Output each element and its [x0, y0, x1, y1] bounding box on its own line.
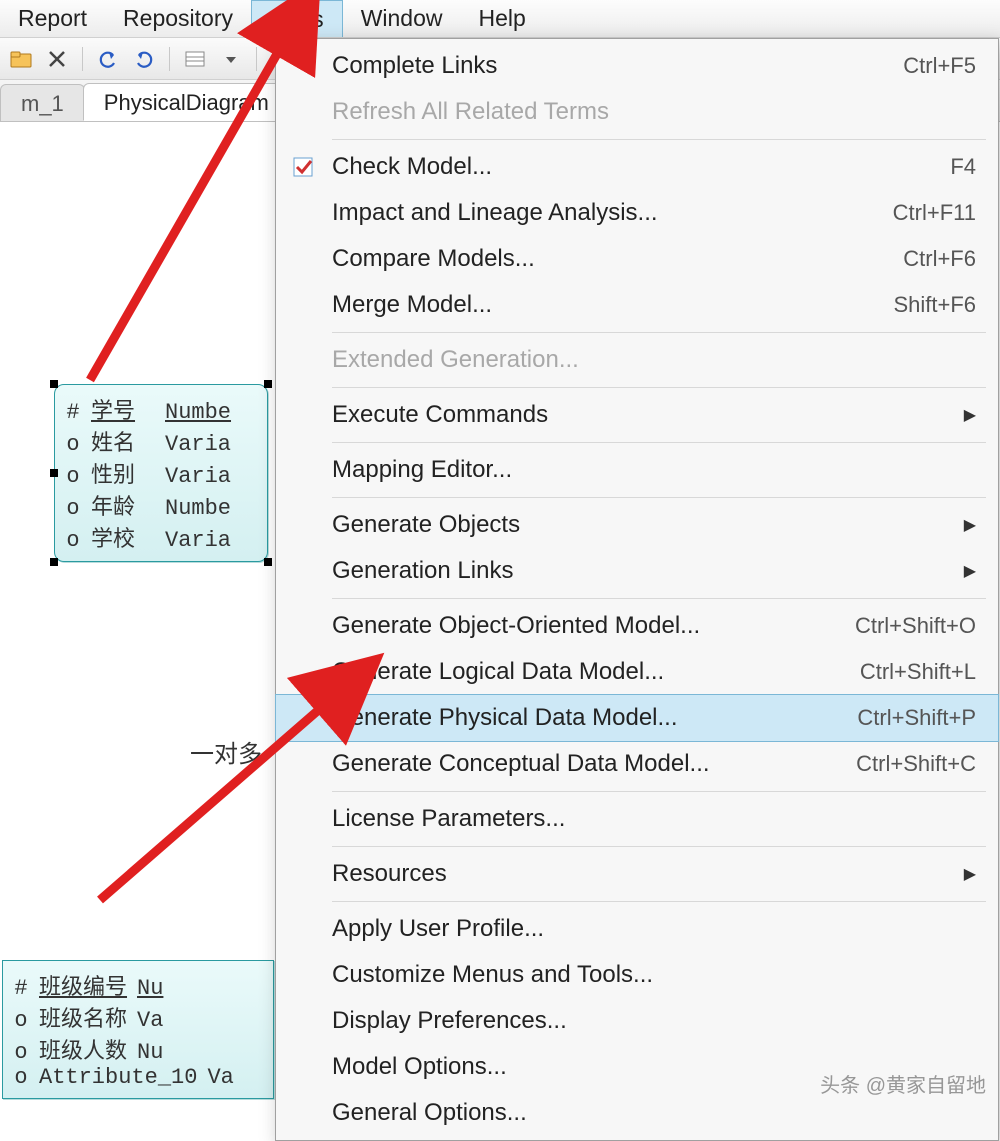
entity-attribute[interactable]: o班级名称Va: [13, 1001, 263, 1033]
submenu-arrow-icon: ▶: [964, 561, 976, 581]
check-icon: [276, 155, 332, 179]
menu-item-label: Display Preferences...: [332, 1007, 976, 1035]
menu-shortcut: Ctrl+Shift+P: [857, 705, 976, 731]
toolbar-delete-icon[interactable]: [42, 44, 72, 74]
menu-item-label: Check Model...: [332, 153, 950, 181]
menu-item-label: Compare Models...: [332, 245, 903, 273]
entity-attribute[interactable]: o姓名Varia: [65, 425, 257, 457]
menu-item-label: Generation Links: [332, 557, 964, 585]
toolbar-separator: [256, 47, 257, 71]
tab-physicaldiagram[interactable]: PhysicalDiagram: [83, 83, 290, 121]
submenu-arrow-icon: ▶: [964, 405, 976, 425]
menu-item-refresh-all-related-terms: Refresh All Related Terms: [276, 89, 998, 135]
menu-item-label: Complete Links: [332, 52, 903, 80]
submenu-arrow-icon: ▶: [964, 515, 976, 535]
relation-label: 一对多: [190, 734, 262, 770]
entity-attribute[interactable]: o学校Varia: [65, 521, 257, 553]
menu-item-label: Generate Object-Oriented Model...: [332, 612, 855, 640]
menu-item-complete-links[interactable]: Complete LinksCtrl+F5: [276, 43, 998, 89]
menu-item-label: Resources: [332, 860, 964, 888]
menu-separator: [332, 387, 986, 388]
menu-item-generation-links[interactable]: Generation Links▶: [276, 548, 998, 594]
menu-item-label: Extended Generation...: [332, 346, 976, 374]
toolbar-redo-icon[interactable]: [129, 44, 159, 74]
menu-separator: [332, 442, 986, 443]
menu-shortcut: Ctrl+F5: [903, 53, 976, 79]
menu-item-label: Generate Conceptual Data Model...: [332, 750, 856, 778]
menu-item-generate-object-oriented-model[interactable]: Generate Object-Oriented Model...Ctrl+Sh…: [276, 603, 998, 649]
menu-item-label: Generate Objects: [332, 511, 964, 539]
menu-separator: [332, 332, 986, 333]
entity-attribute[interactable]: o年龄Numbe: [65, 489, 257, 521]
menu-item-generate-objects[interactable]: Generate Objects▶: [276, 502, 998, 548]
menu-item-generate-physical-data-model[interactable]: Generate Physical Data Model...Ctrl+Shif…: [276, 695, 998, 741]
menu-item-merge-model[interactable]: Merge Model...Shift+F6: [276, 282, 998, 328]
menu-item-label: Generate Logical Data Model...: [332, 658, 860, 686]
menu-item-customize-menus-and-tools[interactable]: Customize Menus and Tools...: [276, 952, 998, 998]
menu-item-label: Merge Model...: [332, 291, 893, 319]
menu-item-label: Impact and Lineage Analysis...: [332, 199, 893, 227]
menu-shortcut: Ctrl+Shift+O: [855, 613, 976, 639]
entity-attribute[interactable]: oAttribute_10Va: [13, 1065, 263, 1090]
menu-window[interactable]: Window: [343, 0, 461, 37]
menu-separator: [332, 497, 986, 498]
menu-item-display-preferences[interactable]: Display Preferences...: [276, 998, 998, 1044]
menu-report[interactable]: Report: [0, 0, 105, 37]
entity-class[interactable]: #班级编号Nuo班级名称Vao班级人数NuoAttribute_10Va: [2, 960, 274, 1099]
entity-attribute[interactable]: #班级编号Nu: [13, 969, 263, 1001]
menu-item-impact-and-lineage-analysis[interactable]: Impact and Lineage Analysis...Ctrl+F11: [276, 190, 998, 236]
menu-shortcut: Ctrl+Shift+C: [856, 751, 976, 777]
toolbar-separator: [82, 47, 83, 71]
menu-item-label: Execute Commands: [332, 401, 964, 429]
watermark: 头条 @黄家自留地: [820, 1069, 986, 1098]
toolbar-separator: [169, 47, 170, 71]
menu-shortcut: Ctrl+F6: [903, 246, 976, 272]
menu-item-compare-models[interactable]: Compare Models...Ctrl+F6: [276, 236, 998, 282]
menu-item-generate-logical-data-model[interactable]: Generate Logical Data Model...Ctrl+Shift…: [276, 649, 998, 695]
menu-item-generate-conceptual-data-model[interactable]: Generate Conceptual Data Model...Ctrl+Sh…: [276, 741, 998, 787]
tools-menu: Complete LinksCtrl+F5 Refresh All Related…: [275, 38, 999, 1141]
entity-attribute[interactable]: o班级人数Nu: [13, 1033, 263, 1065]
menu-separator: [332, 139, 986, 140]
toolbar-dropdown-icon[interactable]: [216, 44, 246, 74]
menu-item-check-model[interactable]: Check Model...F4: [276, 144, 998, 190]
menu-item-resources[interactable]: Resources▶: [276, 851, 998, 897]
menu-separator: [332, 901, 986, 902]
menu-item-apply-user-profile[interactable]: Apply User Profile...: [276, 906, 998, 952]
menu-item-label: Mapping Editor...: [332, 456, 976, 484]
menu-item-license-parameters[interactable]: License Parameters...: [276, 796, 998, 842]
menu-item-extended-generation: Extended Generation...: [276, 337, 998, 383]
menu-item-label: Apply User Profile...: [332, 915, 976, 943]
menu-item-label: License Parameters...: [332, 805, 976, 833]
submenu-arrow-icon: ▶: [964, 864, 976, 884]
menu-separator: [332, 791, 986, 792]
menu-help[interactable]: Help: [461, 0, 544, 37]
menu-shortcut: Ctrl+Shift+L: [860, 659, 976, 685]
menu-item-mapping-editor[interactable]: Mapping Editor...: [276, 447, 998, 493]
entity-attribute[interactable]: o性别Varia: [65, 457, 257, 489]
toolbar-folder-icon[interactable]: [6, 44, 36, 74]
tab-m_1[interactable]: m_1: [0, 84, 85, 121]
menu-shortcut: Shift+F6: [893, 292, 976, 318]
menu-item-label: Customize Menus and Tools...: [332, 961, 976, 989]
entity-attribute[interactable]: #学号Numbe: [65, 393, 257, 425]
menu-separator: [332, 846, 986, 847]
menu-item-label: Refresh All Related Terms: [332, 98, 976, 126]
entity-student[interactable]: #学号Numbeo姓名Variao性别Variao年龄Numbeo学校Varia: [54, 384, 268, 562]
menu-item-label: Generate Physical Data Model...: [332, 704, 857, 732]
menubar: ReportRepositoryToolsWindowHelp: [0, 0, 1000, 38]
menu-separator: [332, 598, 986, 599]
menu-item-execute-commands[interactable]: Execute Commands▶: [276, 392, 998, 438]
menu-tools[interactable]: Tools: [251, 0, 343, 37]
toolbar-undo-icon[interactable]: [93, 44, 123, 74]
menu-shortcut: Ctrl+F11: [893, 200, 976, 226]
toolbar-properties-icon[interactable]: [180, 44, 210, 74]
menu-shortcut: F4: [950, 154, 976, 180]
menu-item-label: General Options...: [332, 1099, 976, 1127]
menu-repository[interactable]: Repository: [105, 0, 251, 37]
